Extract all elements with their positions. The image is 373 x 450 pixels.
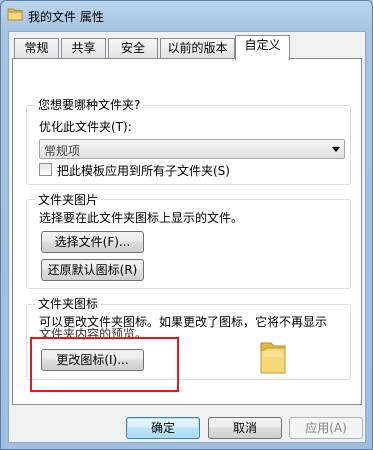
apply-subfolders-label: 把此模板应用到所有子文件夹(S) xyxy=(57,164,230,178)
picture-description: 选择要在此文件夹图标上显示的文件。 xyxy=(39,211,244,225)
tab-customize[interactable]: 自定义 xyxy=(235,35,290,60)
optimize-select[interactable]: 常规项 xyxy=(39,139,345,159)
folder-icon xyxy=(258,341,288,375)
optimize-select-value: 常规项 xyxy=(44,144,81,158)
cancel-button[interactable]: 取消 xyxy=(208,417,282,439)
folder-picture-group-title: 文件夹图片 xyxy=(35,191,102,208)
tab-general[interactable]: 常规 xyxy=(14,38,59,59)
highlight-box xyxy=(30,337,179,392)
folder-title-icon xyxy=(7,7,23,21)
optimize-label: 优化此文件夹(T): xyxy=(39,120,132,134)
title-bar[interactable]: 我的文件 属性 xyxy=(1,1,372,31)
customize-panel: 您想要哪种文件夹? 优化此文件夹(T): 常规项 把此模板应用到所有子文件夹(S… xyxy=(12,58,362,405)
window-title: 我的文件 属性 xyxy=(28,10,104,24)
chevron-down-icon xyxy=(332,147,340,152)
ok-button[interactable]: 确定 xyxy=(126,417,200,439)
restore-default-button[interactable]: 还原默认图标(R) xyxy=(41,259,144,281)
tab-previous-versions[interactable]: 以前的版本 xyxy=(160,38,235,59)
tab-sharing[interactable]: 共享 xyxy=(61,38,106,59)
choose-file-button[interactable]: 选择文件(F)... xyxy=(41,231,144,253)
apply-button[interactable]: 应用(A) xyxy=(289,417,363,439)
folder-icon-group-title: 文件夹图标 xyxy=(35,295,102,312)
tab-security[interactable]: 安全 xyxy=(108,38,158,59)
tab-strip: 常规 共享 安全 以前的版本 自定义 xyxy=(12,35,364,60)
apply-subfolders-checkbox[interactable] xyxy=(39,163,52,176)
dialog-body: 常规 共享 安全 以前的版本 自定义 您想要哪种文件夹? 优化此文件夹(T): … xyxy=(8,31,366,443)
properties-window: 我的文件 属性 常规 共享 安全 以前的版本 自定义 您想要哪种文件夹? 优化此… xyxy=(0,0,373,450)
folder-type-group-title: 您想要哪种文件夹? xyxy=(35,96,144,113)
